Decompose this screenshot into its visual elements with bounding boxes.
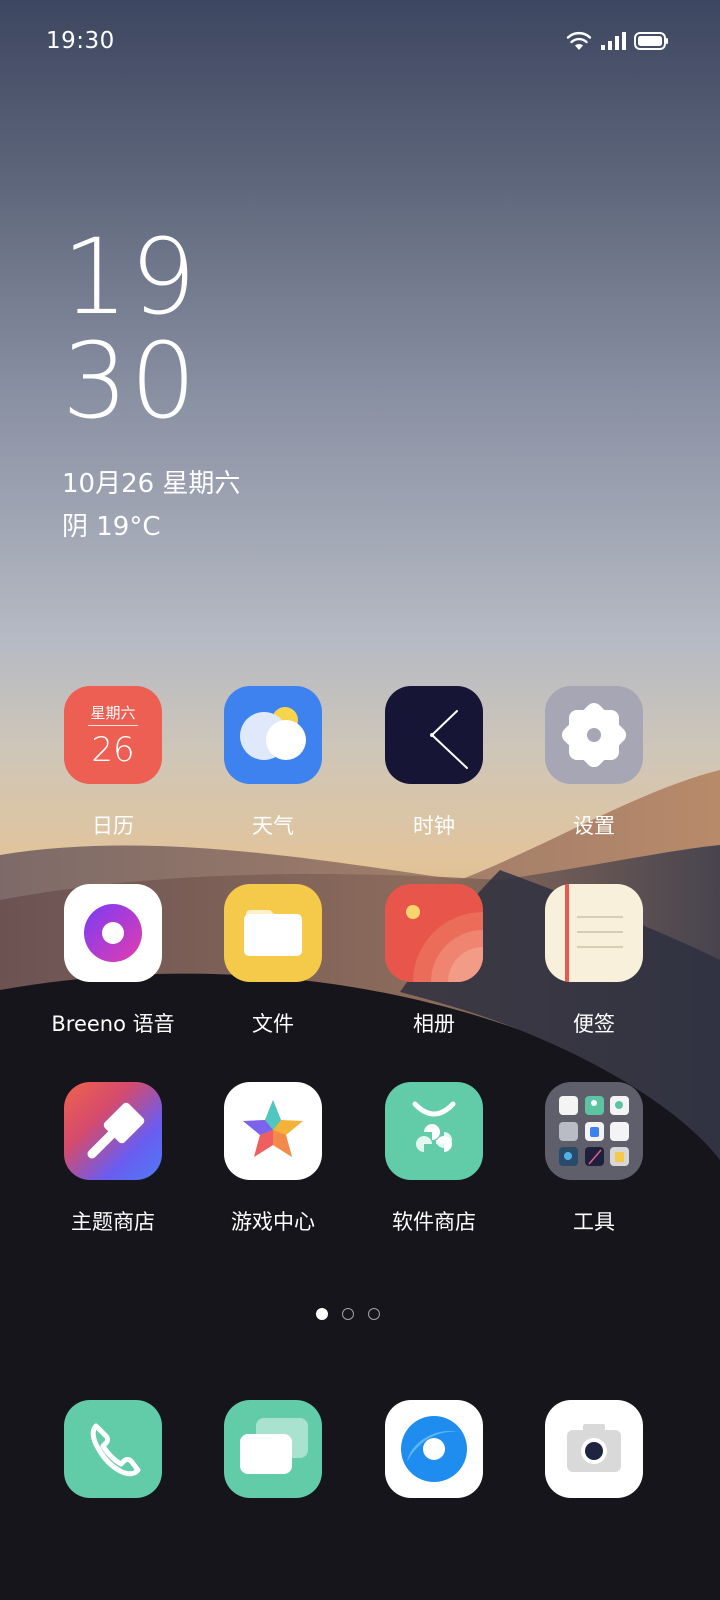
app-label: 日历 bbox=[92, 814, 134, 838]
status-icons bbox=[566, 30, 668, 52]
camera-icon bbox=[545, 1400, 643, 1498]
calendar-day: 26 bbox=[91, 730, 135, 770]
app-clock[interactable]: 时钟 bbox=[354, 686, 514, 840]
app-store[interactable]: 软件商店 bbox=[354, 1082, 514, 1236]
app-notes[interactable]: 便签 bbox=[514, 884, 674, 1038]
app-label: 工具 bbox=[573, 1210, 615, 1234]
messages-icon bbox=[224, 1400, 322, 1498]
app-theme-store[interactable]: 主题商店 bbox=[33, 1082, 193, 1236]
app-label: 设置 bbox=[573, 814, 615, 838]
dock-camera[interactable] bbox=[514, 1400, 674, 1498]
app-label: 软件商店 bbox=[392, 1210, 476, 1234]
app-calendar[interactable]: 星期六 26 日历 bbox=[33, 686, 193, 840]
notes-icon bbox=[545, 884, 643, 982]
breeno-icon bbox=[64, 884, 162, 982]
app-label: 便签 bbox=[573, 1012, 615, 1036]
app-tools-folder[interactable]: 工具 bbox=[514, 1082, 674, 1236]
clock-hour: 19 bbox=[62, 216, 199, 338]
page-dot-2[interactable] bbox=[342, 1308, 354, 1320]
dock-phone[interactable] bbox=[33, 1400, 193, 1498]
app-label: Breeno 语音 bbox=[51, 1012, 175, 1036]
page-indicator[interactable] bbox=[316, 1308, 380, 1320]
app-label: 主题商店 bbox=[71, 1210, 155, 1234]
browser-icon bbox=[385, 1400, 483, 1498]
gallery-icon bbox=[385, 884, 483, 982]
app-settings[interactable]: 设置 bbox=[514, 686, 674, 840]
app-label: 游戏中心 bbox=[231, 1210, 315, 1234]
calendar-weekday: 星期六 bbox=[90, 704, 136, 722]
folder-icon bbox=[224, 884, 322, 982]
app-weather[interactable]: 天气 bbox=[193, 686, 353, 840]
home-screen: 19:30 19 30 10月26 星期六 阴 19°C 星期六 26 日历 天… bbox=[0, 0, 720, 1600]
app-label: 相册 bbox=[413, 1012, 455, 1036]
clock-widget[interactable]: 19 30 10月26 星期六 阴 19°C bbox=[62, 225, 240, 543]
app-gallery[interactable]: 相册 bbox=[354, 884, 514, 1038]
app-breeno[interactable]: Breeno 语音 bbox=[33, 884, 193, 1038]
calendar-icon: 星期六 26 bbox=[64, 686, 162, 784]
app-label: 文件 bbox=[252, 1012, 294, 1036]
page-dot-1[interactable] bbox=[316, 1308, 328, 1320]
status-bar: 19:30 bbox=[0, 0, 720, 86]
game-center-icon bbox=[224, 1082, 322, 1180]
status-time: 19:30 bbox=[46, 28, 115, 54]
dock-browser[interactable] bbox=[354, 1400, 514, 1498]
app-label: 天气 bbox=[252, 814, 294, 838]
clock-icon bbox=[385, 686, 483, 784]
clock-minute: 30 bbox=[62, 320, 199, 442]
dock-messages[interactable] bbox=[193, 1400, 353, 1498]
weather-icon bbox=[224, 686, 322, 784]
tools-folder-icon bbox=[545, 1082, 643, 1180]
settings-icon bbox=[545, 686, 643, 784]
phone-icon bbox=[64, 1400, 162, 1498]
wifi-icon bbox=[566, 31, 592, 50]
signal-icon bbox=[601, 32, 626, 50]
page-dot-3[interactable] bbox=[368, 1308, 380, 1320]
app-game-center[interactable]: 游戏中心 bbox=[193, 1082, 353, 1236]
weather-text: 阴 19°C bbox=[62, 512, 161, 542]
app-store-icon bbox=[385, 1082, 483, 1180]
date-text: 10月26 星期六 bbox=[62, 469, 241, 499]
theme-store-icon bbox=[64, 1082, 162, 1180]
app-label: 时钟 bbox=[413, 814, 455, 838]
app-files[interactable]: 文件 bbox=[193, 884, 353, 1038]
battery-icon bbox=[634, 32, 668, 50]
